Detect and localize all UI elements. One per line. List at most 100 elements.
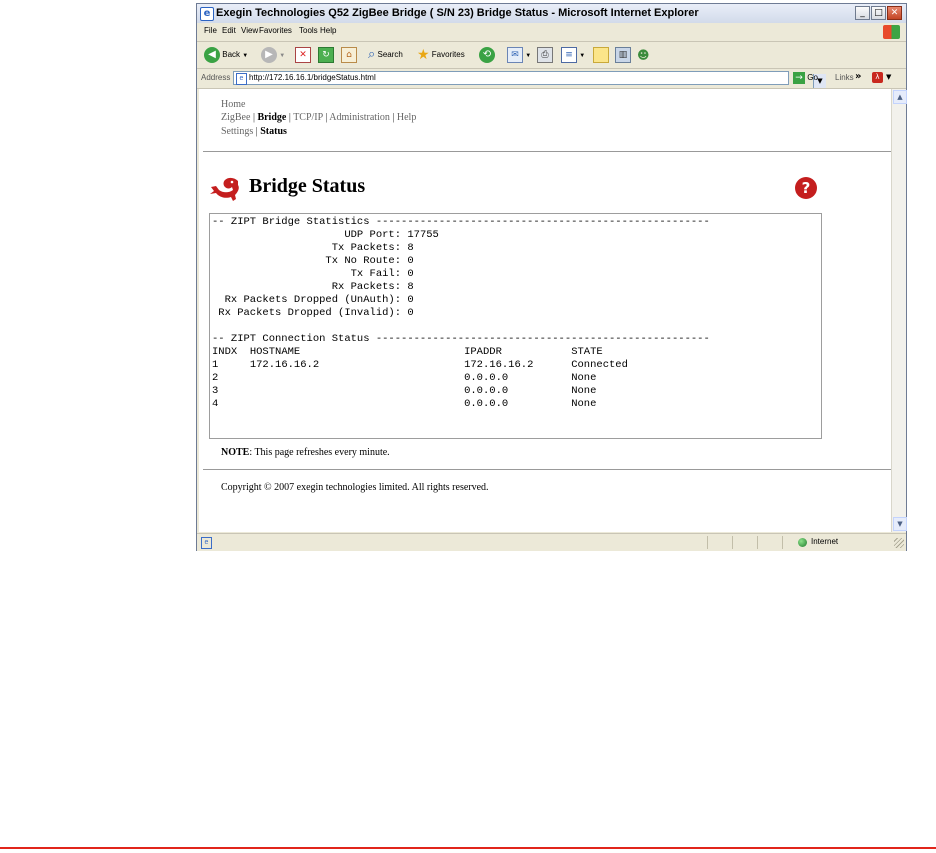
help-icon[interactable]: ? [795, 177, 817, 199]
search-label: Search [377, 50, 403, 60]
messenger-icon: ☻ [637, 48, 650, 62]
research-button[interactable]: ▥ [615, 46, 631, 64]
research-icon: ▥ [615, 46, 631, 63]
forward-arrow-icon: ▶ [261, 46, 277, 63]
stat-row: Rx Packets Dropped (UnAuth): 0 [212, 294, 414, 306]
print-icon: ⎙ [537, 46, 553, 63]
stats-header: -- ZIPT Bridge Statistics --------------… [212, 216, 710, 228]
connection-state-cell: None [571, 398, 635, 410]
status-page-icon: e [201, 537, 212, 549]
nav-help-link[interactable]: Help [397, 112, 416, 123]
address-bar: Address e http://172.16.16.1/bridgeStatu… [197, 69, 906, 89]
history-icon: ⟲ [479, 46, 495, 63]
exegin-gecko-logo [210, 177, 239, 201]
notes-icon [593, 46, 609, 63]
ie-page-icon: e [200, 7, 214, 21]
forward-dropdown-icon[interactable]: ▼ [279, 53, 285, 59]
status-textarea[interactable]: -- ZIPT Bridge Statistics --------------… [209, 213, 822, 439]
acrobat-icon[interactable]: λ [872, 72, 883, 83]
internet-zone-icon [798, 538, 807, 547]
menu-file[interactable]: File [204, 26, 217, 35]
connection-ipaddr-cell: 172.16.16.2 [464, 359, 572, 371]
favorites-star-icon: ★ [417, 47, 430, 63]
menu-tools[interactable]: Tools [299, 26, 318, 35]
refresh-note: NOTE: This page refreshes every minute. [221, 447, 390, 458]
stat-value: 17755 [407, 229, 439, 241]
back-dropdown-icon[interactable]: ▼ [242, 53, 248, 59]
nav-settings-link[interactable]: Settings [221, 126, 253, 137]
go-arrow-icon: → [793, 72, 805, 84]
status-divider [782, 536, 783, 549]
refresh-button[interactable]: ↻ [318, 46, 334, 64]
nav-home-link[interactable]: Home [221, 99, 245, 110]
address-url[interactable]: http://172.16.16.1/bridgeStatus.html [249, 73, 376, 82]
connection-row: 4 0.0.0.0 None [212, 398, 634, 410]
history-button[interactable]: ⟲ [479, 46, 495, 64]
home-icon: ⌂ [341, 46, 357, 63]
back-button[interactable]: ◀ Back ▼ [204, 46, 248, 64]
stat-value: 0 [407, 307, 414, 319]
favorites-button[interactable]: ★ Favorites [417, 46, 465, 64]
connection-row: 2 0.0.0.0 None [212, 372, 634, 384]
mail-button[interactable]: ✉ ▼ [507, 46, 531, 64]
nav-bridge-link[interactable]: Bridge [257, 112, 286, 123]
scroll-down-icon[interactable]: ▼ [893, 517, 907, 531]
column-header: HOSTNAME [249, 346, 465, 358]
stat-label: Tx Fail: [212, 268, 402, 280]
title-bar[interactable]: e Exegin Technologies Q52 ZigBee Bridge … [197, 4, 906, 24]
stat-row: Tx No Route: 0 [212, 255, 413, 267]
mail-dropdown-icon[interactable]: ▼ [525, 53, 531, 59]
connection-indx-cell: 1 [212, 359, 250, 371]
search-button[interactable]: ⌕ Search [368, 46, 403, 64]
close-button[interactable]: ✕ [887, 6, 902, 20]
connection-state-cell: Connected [571, 359, 635, 371]
address-label: Address [201, 73, 231, 82]
mail-icon: ✉ [507, 46, 523, 63]
links-label[interactable]: Links [835, 73, 854, 82]
page-icon: e [236, 73, 247, 85]
stat-label: Rx Packets Dropped (UnAuth): [212, 294, 402, 306]
home-button[interactable]: ⌂ [341, 46, 357, 64]
connection-hostname-cell [250, 385, 464, 397]
stat-label: Tx No Route: [212, 255, 402, 267]
stop-button[interactable]: ✕ [295, 46, 311, 64]
stat-value: 8 [407, 281, 414, 293]
links-chevron-icon[interactable]: » [855, 71, 861, 82]
menu-help[interactable]: Help [320, 26, 336, 35]
copyright-text: Copyright © 2007 exegin technologies lim… [221, 482, 489, 493]
nav-separator: | [252, 112, 255, 123]
stat-label: UDP Port: [212, 229, 402, 241]
vertical-scrollbar[interactable]: ▲ ▼ [891, 89, 907, 532]
menu-favorites[interactable]: Favorites [259, 26, 292, 35]
menu-edit[interactable]: Edit [222, 26, 236, 35]
nav-zigbee-link[interactable]: ZigBee [221, 112, 250, 123]
address-input[interactable]: e http://172.16.16.1/bridgeStatus.html ▼ [233, 71, 826, 88]
menu-bar: File Edit View Favorites Tools Help [197, 23, 906, 42]
acrobat-dropdown-icon[interactable]: ▼ [886, 73, 891, 81]
toolbar: ◀ Back ▼ ▶ ▼ ✕ ↻ ⌂ ⌕ Search ★ Favorites … [197, 42, 906, 69]
scroll-up-icon[interactable]: ▲ [893, 90, 907, 104]
menu-view[interactable]: View [241, 26, 258, 35]
resize-grip-icon[interactable] [894, 538, 904, 548]
nav-tcpip-link[interactable]: TCP/IP [293, 112, 323, 123]
messenger-button[interactable]: ☻ [637, 46, 650, 64]
minimize-button[interactable]: _ [855, 6, 870, 20]
maximize-button[interactable]: □ [871, 6, 886, 20]
column-header: STATE [571, 346, 635, 358]
nav-separator: | [288, 112, 291, 123]
discuss-button[interactable] [593, 46, 609, 64]
back-arrow-icon: ◀ [204, 46, 220, 63]
print-button[interactable]: ⎙ [537, 46, 553, 64]
nav-row-sections: ZigBee | Bridge | TCP/IP | Administratio… [221, 112, 416, 123]
go-button[interactable]: → Go [793, 72, 818, 84]
edit-button[interactable]: ≡ ▼ [561, 46, 585, 64]
stat-label: Rx Packets: [212, 281, 402, 293]
forward-button[interactable]: ▶ ▼ [261, 46, 285, 64]
connection-indx-cell: 2 [212, 372, 250, 384]
stat-label: Rx Packets Dropped (Invalid): [212, 307, 402, 319]
window-title: Exegin Technologies Q52 ZigBee Bridge ( … [216, 7, 699, 19]
nav-row-home: Home [221, 99, 245, 110]
nav-administration-link[interactable]: Administration [329, 112, 390, 123]
edit-dropdown-icon[interactable]: ▼ [579, 53, 585, 59]
nav-status-link[interactable]: Status [260, 126, 287, 137]
